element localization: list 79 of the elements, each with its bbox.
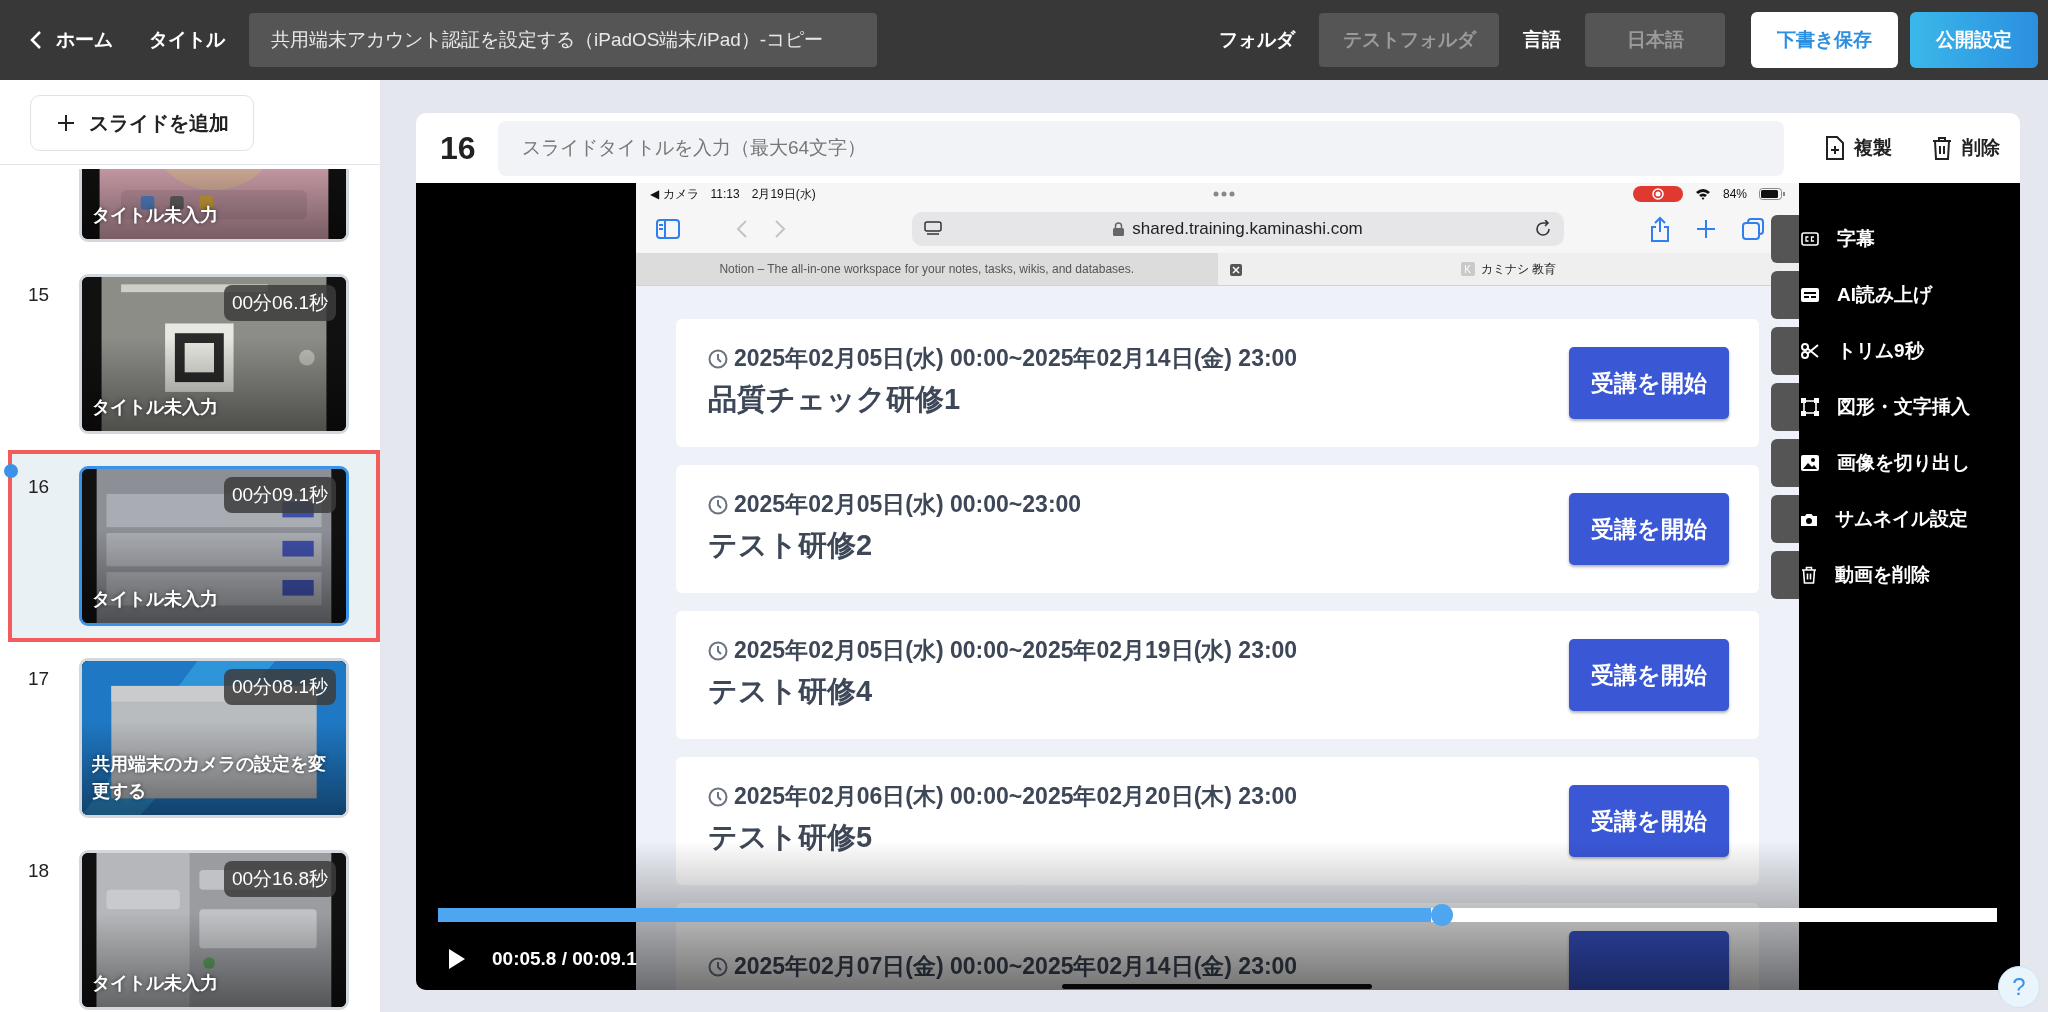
back-link[interactable]: ホーム [30, 27, 113, 53]
slide-number: 17 [27, 667, 51, 691]
wifi-icon [1694, 188, 1711, 200]
time-display: 00:05.8 / 00:09.1 [492, 948, 637, 970]
slide-title: タイトル未入力 [92, 396, 219, 419]
clock-icon [708, 787, 728, 807]
course-name: テスト研修2 [708, 527, 874, 563]
shape-frame-icon [1801, 398, 1819, 416]
battery-icon [1759, 188, 1785, 200]
title-field[interactable]: 共用端末アカウント認証を設定する（iPadOS端末/iPad）-コピー [249, 13, 877, 67]
play-icon[interactable] [448, 948, 466, 970]
course-name: 品質チェック研修1 [708, 381, 962, 417]
slide-thumbnail[interactable]: タイトル未入力 [79, 169, 349, 242]
slide-number: 16 [27, 475, 51, 499]
start-course-button[interactable]: 受講を開始 [1569, 785, 1729, 857]
title-label: タイトル [149, 28, 225, 52]
url-text: shared.training.kaminashi.com [1132, 219, 1363, 239]
plus-icon [57, 114, 75, 132]
more-dots-icon [1213, 191, 1236, 197]
delete-button[interactable]: 削除 [1932, 135, 2000, 161]
back-app-label: ◀ カメラ [650, 185, 699, 203]
clock-icon [708, 957, 728, 977]
tabs-icon[interactable] [1742, 218, 1764, 240]
course-period: 2025年02月05日(水) 00:00~2025年02月14日(金) 23:00 [734, 346, 1298, 372]
duration-badge: 00分08.1秒 [223, 669, 336, 705]
image-icon [1801, 455, 1819, 471]
folder-label: フォルダ [1219, 28, 1295, 52]
subtitles-icon [1801, 288, 1819, 302]
start-course-button[interactable]: 受講を開始 [1569, 639, 1729, 711]
slide-number: 16 [440, 129, 477, 167]
course-period: 2025年02月06日(木) 00:00~2025年02月20日(木) 23:00 [734, 784, 1298, 810]
camera-icon [1801, 512, 1817, 526]
close-icon[interactable] [1229, 264, 1242, 276]
share-icon[interactable] [1650, 216, 1670, 242]
trash-icon [1801, 566, 1817, 584]
slide-title-field[interactable]: スライドタイトルを入力（最大64文字） [498, 120, 1784, 176]
trash-icon [1932, 136, 1952, 160]
tab-title: Notion – The all-in-one workspace for your notes, tasks, wikis, and databases. [719, 262, 1135, 276]
course-name: テスト研修5 [708, 819, 874, 855]
course-name: テスト研修4 [708, 673, 874, 709]
clock-icon [708, 349, 728, 369]
clock-icon [708, 641, 728, 661]
course-period: 2025年02月05日(水) 00:00~2025年02月19日(水) 23:00 [734, 638, 1298, 664]
slide-thumbnail[interactable]: 00分09.1秒 タイトル未入力 [79, 466, 349, 626]
add-slide-button[interactable]: スライドを追加 [30, 95, 254, 151]
battery-percent: 84% [1722, 187, 1747, 201]
captions-icon [1801, 232, 1819, 246]
slide-title: タイトル未入力 [92, 204, 219, 227]
course-period: 2025年02月05日(水) 00:00~23:00 [734, 492, 1082, 518]
sidebar-icon[interactable] [656, 219, 680, 239]
slide-number: 18 [27, 859, 51, 883]
record-icon [1651, 188, 1664, 200]
slide-item[interactable]: 15 00分06.1秒 タイトル未入力 [8, 258, 380, 450]
start-course-button[interactable] [1569, 931, 1729, 990]
clock-icon [708, 495, 728, 515]
duplicate-icon [1824, 136, 1844, 160]
indicator-dot [4, 464, 18, 478]
scissors-icon [1801, 343, 1819, 359]
plus-icon[interactable] [1696, 219, 1716, 239]
duplicate-button[interactable]: 複製 [1824, 135, 1892, 161]
clock-text: 11:13 [710, 187, 740, 201]
duration-badge: 00分16.8秒 [223, 861, 336, 897]
start-course-button[interactable]: 受講を開始 [1569, 347, 1729, 419]
language-label: 言語 [1523, 28, 1561, 52]
duration-badge: 00分06.1秒 [223, 285, 336, 321]
lock-icon [1113, 222, 1125, 236]
slide-item[interactable]: タイトル未入力 [8, 165, 380, 258]
chevron-left-icon [30, 30, 42, 50]
reload-icon[interactable] [1534, 220, 1552, 238]
start-course-button[interactable]: 受講を開始 [1569, 493, 1729, 565]
slide-title: タイトル未入力 [92, 588, 219, 611]
course-period: 2025年02月07日(金) 00:00~2025年02月14日(金) 23:00 [734, 954, 1298, 980]
date-text: 2月19日(水) [751, 185, 816, 203]
page-menu-icon [924, 221, 942, 237]
duration-badge: 00分09.1秒 [223, 477, 336, 513]
slide-thumbnail[interactable]: 00分06.1秒 タイトル未入力 [79, 274, 349, 434]
tab-title: カミナシ 教育 [1480, 260, 1556, 278]
slide-number: 15 [27, 283, 51, 307]
address-bar[interactable]: shared.training.kaminashi.com [912, 212, 1564, 246]
